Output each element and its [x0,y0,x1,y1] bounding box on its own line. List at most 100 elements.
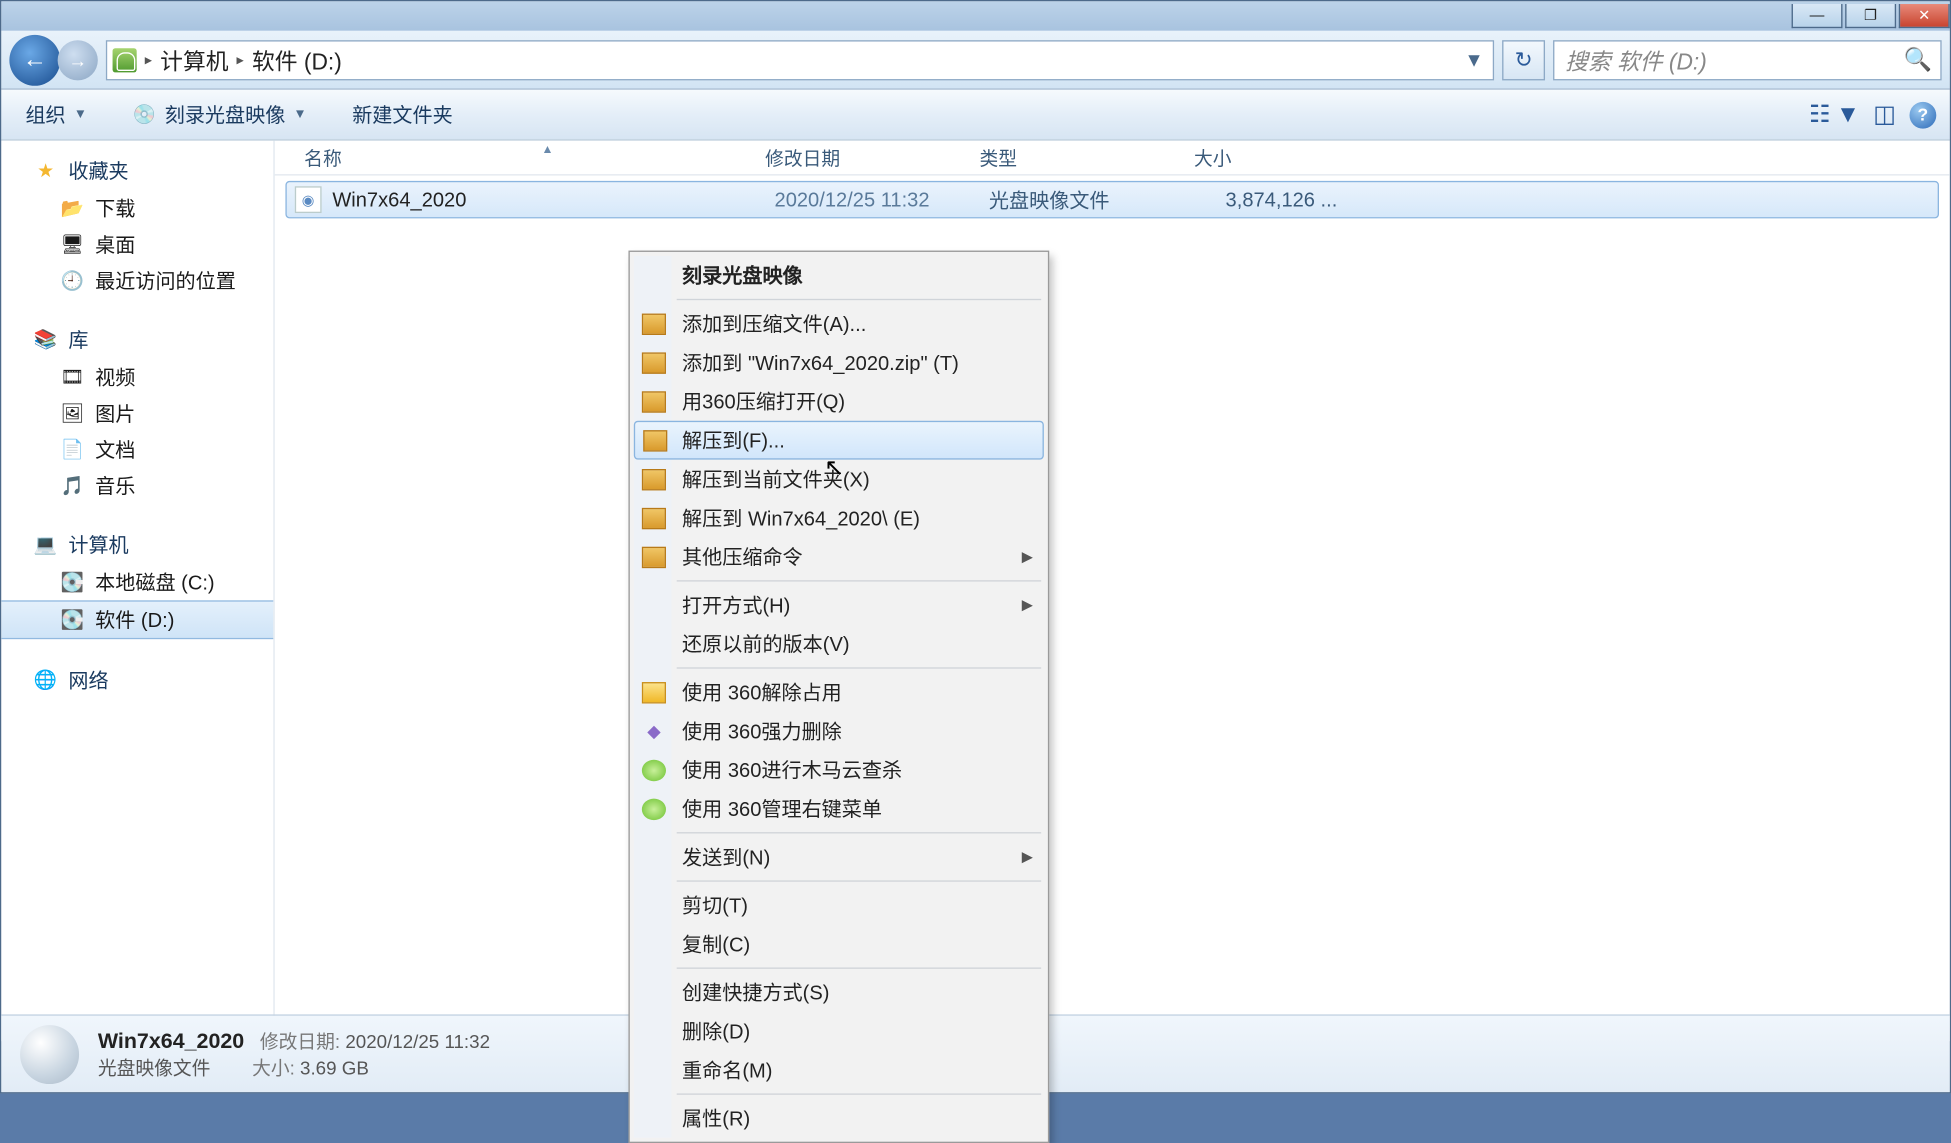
context-menu: 刻录光盘映像 添加到压缩文件(A)... 添加到 "Win7x64_2020.z… [628,251,1049,1143]
preview-pane-button[interactable]: ◫ [1873,101,1896,129]
ctx-other-zip[interactable]: 其他压缩命令▶ [634,537,1044,576]
status-thumbnail-icon [20,1024,79,1083]
forward-button[interactable]: → [58,40,98,80]
sidebar-network-head[interactable]: 🌐网络 [1,661,273,700]
archive-icon [643,429,667,450]
sidebar-item-documents[interactable]: 📄文档 [1,431,273,467]
explorer-window: — ❐ ✕ ← → ▸ 计算机 ▸ 软件 (D:) ▾ ↻ 搜索 软件 (D:)… [0,0,1951,1093]
column-type[interactable]: 类型 [969,144,1183,171]
video-icon: 🎞 [60,365,84,389]
ctx-burn-image[interactable]: 刻录光盘映像 [634,256,1044,295]
help-button[interactable]: ? [1910,101,1937,128]
ctx-360-menu[interactable]: 使用 360管理右键菜单 [634,789,1044,828]
folder-icon: 📂 [60,196,84,220]
sidebar-item-music[interactable]: 🎵音乐 [1,468,273,504]
titlebar: — ❐ ✕ [1,1,1949,30]
address-dropdown[interactable]: ▾ [1461,46,1488,73]
sidebar-favorites-head[interactable]: ★收藏夹 [1,151,273,190]
column-date[interactable]: 修改日期 [754,144,968,171]
archive-icon [642,468,666,489]
ctx-add-zip[interactable]: 添加到 "Win7x64_2020.zip" (T) [634,343,1044,382]
ctx-rename[interactable]: 重命名(M) [634,1051,1044,1090]
sidebar-item-drive-c[interactable]: 💽本地磁盘 (C:) [1,564,273,600]
sidebar-item-videos[interactable]: 🎞视频 [1,359,273,395]
drive-icon [113,48,137,72]
computer-icon: 💻 [34,533,58,557]
archive-icon [642,391,666,412]
column-name[interactable]: 名称 [293,144,754,171]
ctx-delete[interactable]: 删除(D) [634,1012,1044,1051]
view-mode-button[interactable]: ☷▼ [1809,101,1860,129]
chevron-right-icon: ▶ [1022,596,1033,613]
search-placeholder: 搜索 软件 (D:) [1565,43,1707,77]
network-icon: 🌐 [34,668,58,692]
burn-image-button[interactable]: 💿 刻录光盘映像 ▼ [122,96,318,132]
address-bar[interactable]: ▸ 计算机 ▸ 软件 (D:) ▾ [106,40,1494,80]
organize-label: 组织 [25,101,65,129]
sidebar-item-desktop[interactable]: 🖥桌面 [1,226,273,262]
ctx-cut[interactable]: 剪切(T) [634,886,1044,925]
ctx-add-archive[interactable]: 添加到压缩文件(A)... [634,304,1044,343]
chevron-right-icon: ▸ [145,51,152,68]
sidebar-item-downloads[interactable]: 📂下载 [1,190,273,226]
chevron-right-icon: ▸ [237,51,244,68]
new-folder-button[interactable]: 新建文件夹 [341,96,463,132]
breadcrumb[interactable]: 软件 (D:) [252,43,342,77]
maximize-button[interactable]: ❐ [1845,4,1896,28]
sidebar-item-drive-d[interactable]: 💽软件 (D:) [1,600,273,639]
file-row[interactable]: ◉ Win7x64_2020 2020/12/25 11:32 光盘映像文件 3… [285,181,1939,219]
ctx-open-360zip[interactable]: 用360压缩打开(Q) [634,382,1044,421]
archive-icon [642,352,666,373]
archive-icon [642,507,666,528]
status-filetype: 光盘映像文件 [98,1057,211,1078]
sidebar: ★收藏夹 📂下载 🖥桌面 🕘最近访问的位置 📚库 🎞视频 🖼图片 📄文档 🎵音乐… [1,141,274,1041]
ctx-360-unlock[interactable]: 使用 360解除占用 [634,673,1044,712]
archive-icon [642,546,666,567]
file-name: Win7x64_2020 [332,188,774,211]
breadcrumb[interactable]: 计算机 [160,43,228,77]
sidebar-libraries-head[interactable]: 📚库 [1,320,273,359]
refresh-button[interactable]: ↻ [1502,40,1545,80]
organize-menu[interactable]: 组织 ▼ [15,96,98,132]
ctx-open-with[interactable]: 打开方式(H)▶ [634,586,1044,625]
close-button[interactable]: ✕ [1899,4,1950,28]
newfolder-label: 新建文件夹 [352,101,453,129]
search-icon: 🔍 [1904,46,1932,73]
sidebar-computer-head[interactable]: 💻计算机 [1,525,273,564]
ctx-copy[interactable]: 复制(C) [634,925,1044,964]
search-input[interactable]: 搜索 软件 (D:) 🔍 [1553,40,1942,80]
drive-icon: 💽 [60,608,84,632]
ctx-restore-versions[interactable]: 还原以前的版本(V) [634,624,1044,663]
ctx-send-to[interactable]: 发送到(N)▶ [634,838,1044,877]
list-icon: ☷ [1809,101,1831,129]
chevron-down-icon: ▼ [1836,101,1860,129]
burn-label: 刻录光盘映像 [165,101,286,129]
sidebar-item-recent[interactable]: 🕘最近访问的位置 [1,263,273,299]
chevron-right-icon: ▶ [1022,848,1033,865]
ctx-extract-here[interactable]: 解压到当前文件夹(X) [634,460,1044,499]
ctx-extract-to[interactable]: 解压到(F)... [634,421,1044,460]
star-icon: ★ [34,159,58,183]
360-icon: ◆ [642,720,666,741]
ctx-properties[interactable]: 属性(R) [634,1099,1044,1138]
column-headers: 名称 修改日期 类型 大小 [275,141,1950,176]
minimize-button[interactable]: — [1792,4,1843,28]
file-date: 2020/12/25 11:32 [775,188,989,211]
ctx-shortcut[interactable]: 创建快捷方式(S) [634,973,1044,1012]
drive-icon: 💽 [60,570,84,594]
back-button[interactable]: ← [9,34,60,85]
sidebar-item-pictures[interactable]: 🖼图片 [1,395,273,431]
ctx-360-scan[interactable]: 使用 360进行木马云查杀 [634,750,1044,789]
desktop-icon: 🖥 [60,232,84,256]
file-list-area: 名称 修改日期 类型 大小 ◉ Win7x64_2020 2020/12/25 … [275,141,1950,1041]
library-icon: 📚 [34,328,58,352]
navbar: ← → ▸ 计算机 ▸ 软件 (D:) ▾ ↻ 搜索 软件 (D:) 🔍 [1,31,1949,90]
360-icon [642,798,666,819]
picture-icon: 🖼 [60,401,84,425]
chevron-down-icon: ▼ [293,107,306,122]
ctx-360-forcedel[interactable]: ◆使用 360强力删除 [634,712,1044,751]
pane-icon: ◫ [1873,101,1896,129]
toolbar: 组织 ▼ 💿 刻录光盘映像 ▼ 新建文件夹 ☷▼ ◫ ? [1,90,1949,141]
ctx-extract-named[interactable]: 解压到 Win7x64_2020\ (E) [634,498,1044,537]
column-size[interactable]: 大小 [1183,144,1317,171]
